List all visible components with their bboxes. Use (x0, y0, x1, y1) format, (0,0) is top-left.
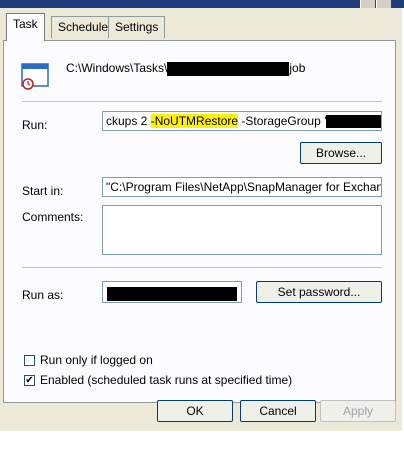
window-titlebar (0, 0, 404, 8)
run-only-if-logged-on-checkbox[interactable] (24, 355, 35, 366)
browse-button[interactable]: Browse... (300, 142, 382, 164)
redacted-storage-group (326, 115, 381, 129)
help-button[interactable] (360, 0, 376, 8)
run-command-highlight: -NoUTMRestore (150, 114, 239, 128)
task-path-prefix: C:\Windows\Tasks\ (66, 61, 168, 75)
run-command-start: ckups 2 (106, 114, 151, 128)
separator (22, 101, 382, 103)
run-as-label: Run as: (22, 288, 64, 302)
run-as-input[interactable] (102, 281, 242, 303)
redacted-username (107, 286, 237, 301)
start-in-label: Start in: (22, 184, 64, 198)
background-area (0, 431, 404, 471)
task-tab-panel: C:\Windows\Tasks\ job Run: ckups 2 -NoUTM… (3, 40, 396, 403)
ok-button[interactable]: OK (157, 400, 233, 422)
task-file-path: C:\Windows\Tasks\ job (66, 61, 305, 76)
scheduled-task-icon (21, 63, 51, 91)
cancel-button[interactable]: Cancel (240, 400, 316, 422)
comments-label: Comments: (22, 210, 84, 224)
run-only-if-logged-on-label: Run only if logged on (40, 353, 153, 367)
apply-button[interactable]: Apply (320, 400, 396, 422)
run-command-input[interactable]: ckups 2 -NoUTMRestore -StorageGroup ' (102, 111, 382, 131)
start-in-input[interactable]: "C:\Program Files\NetApp\SnapManager for… (102, 177, 382, 197)
comments-textarea[interactable] (102, 205, 382, 255)
tab-schedule[interactable]: Schedule (51, 16, 116, 38)
enabled-checkbox[interactable]: ✔ (24, 375, 35, 386)
run-label: Run: (22, 118, 48, 132)
run-command-end: -StorageGroup ' (238, 114, 327, 128)
checkmark-icon: ✔ (25, 375, 34, 386)
enabled-label: Enabled (scheduled task runs at specifie… (40, 373, 293, 387)
set-password-button[interactable]: Set password... (256, 281, 382, 303)
separator (22, 267, 382, 269)
tab-task[interactable]: Task (6, 13, 45, 41)
close-button[interactable] (376, 0, 392, 8)
task-properties-dialog: Task Schedule Settings C:\Windows\Tasks\… (0, 8, 404, 431)
task-path-suffix: job (289, 61, 306, 75)
redacted-task-name (167, 61, 290, 76)
tab-settings[interactable]: Settings (108, 16, 166, 38)
